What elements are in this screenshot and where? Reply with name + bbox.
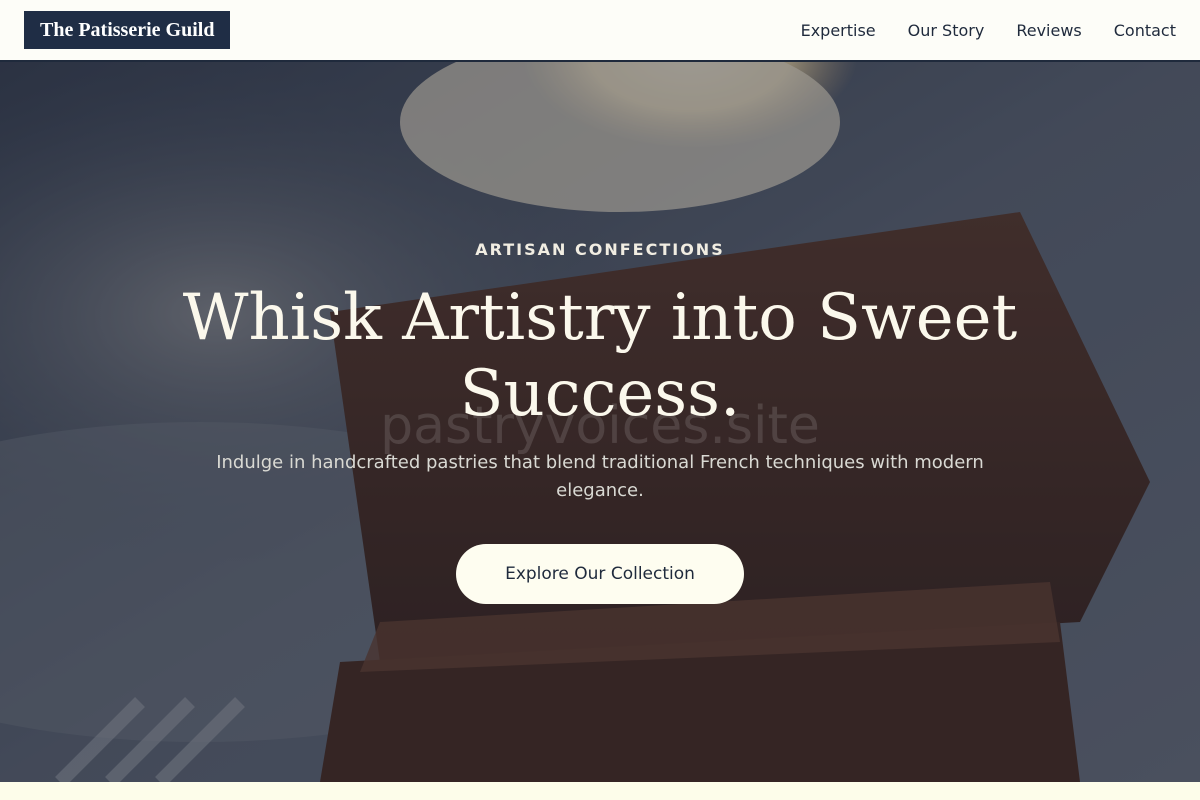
nav-link-our-story[interactable]: Our Story xyxy=(908,21,985,40)
nav-link-contact[interactable]: Contact xyxy=(1114,21,1176,40)
nav-link-reviews[interactable]: Reviews xyxy=(1016,21,1081,40)
site-logo[interactable]: The Patisserie Guild xyxy=(24,11,231,49)
hero-content: ARTISAN CONFECTIONS Whisk Artistry into … xyxy=(0,62,1200,782)
site-header: The Patisserie Guild Expertise Our Story… xyxy=(0,0,1200,62)
main-nav: Expertise Our Story Reviews Contact xyxy=(769,0,1176,60)
nav-link-expertise[interactable]: Expertise xyxy=(801,21,876,40)
hero-eyebrow: ARTISAN CONFECTIONS xyxy=(475,240,725,259)
hero-subline: Indulge in handcrafted pastries that ble… xyxy=(216,452,984,501)
hero-section: ARTISAN CONFECTIONS Whisk Artistry into … xyxy=(0,62,1200,782)
watermark-text: pastryvoices.site xyxy=(380,396,820,456)
explore-collection-button[interactable]: Explore Our Collection xyxy=(456,544,744,604)
next-section-edge xyxy=(0,782,1200,800)
